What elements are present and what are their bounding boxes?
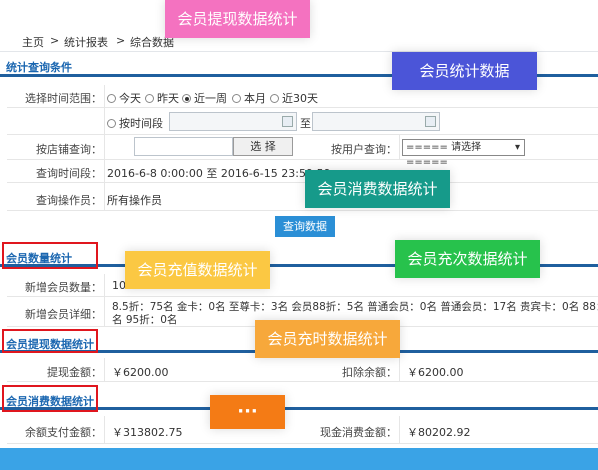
breadcrumb-separator: > [116, 34, 126, 47]
tag-recharge-hours: 会员充时数据统计 [255, 320, 400, 358]
time-range-label: 选择时间范围： [25, 92, 102, 105]
select-store-button[interactable]: 选 择 [233, 137, 293, 156]
withdraw-highlight [2, 329, 98, 353]
operator-row: 查询操作员： 所有操作员 [7, 183, 598, 211]
tag-consume-stats: 会员消费数据统计 [305, 170, 450, 208]
new-detail-label: 新增会员详细： [25, 308, 102, 321]
consume-highlight [2, 385, 98, 412]
calendar-icon[interactable] [282, 116, 293, 127]
withdraw-row: 提现金额： ￥6200.00 扣除余额： ￥6200.00 [7, 358, 598, 382]
bottom-bar [0, 448, 598, 470]
period-row: 查询时间段： 2016-6-8 0:00:00 至 2016-6-15 23:5… [7, 160, 598, 183]
user-select[interactable]: ===== 请选择 ===== ▾ [402, 139, 525, 168]
radio-icon[interactable] [232, 94, 241, 103]
deduct-value: ￥6200.00 [407, 366, 464, 379]
consume-row: 余额支付金额： ￥313802.75 现金消费金额： ￥80202.92 [7, 416, 598, 444]
time-period-row: 按时间段 至 [7, 108, 598, 135]
operator-value: 所有操作员 [107, 194, 162, 207]
breadcrumb-home[interactable]: 主页 [22, 34, 44, 50]
time-option-yesterday[interactable]: 昨天 [145, 90, 179, 106]
member-count-highlight [2, 242, 98, 269]
calendar-icon[interactable] [425, 116, 436, 127]
time-option-period[interactable]: 按时间段 [107, 115, 163, 131]
to-label: 至 [300, 117, 311, 130]
radio-icon[interactable] [270, 94, 279, 103]
query-section-title: 统计查询条件 [6, 61, 72, 74]
deduct-label: 扣除余额： [342, 366, 397, 379]
user-label: 按用户查询： [331, 143, 397, 156]
time-option-month[interactable]: 本月 [232, 90, 266, 106]
withdraw-amount-value: ￥6200.00 [112, 366, 169, 379]
store-user-row: 按店铺查询： 选 择 按用户查询： ===== 请选择 ===== ▾ [7, 135, 598, 168]
radio-selected-icon[interactable] [182, 94, 191, 103]
store-label: 按店铺查询： [36, 143, 102, 156]
time-option-week[interactable]: 近一周 [182, 90, 227, 106]
end-date-input[interactable] [312, 112, 440, 131]
tag-more: ··· [210, 395, 285, 429]
operator-label: 查询操作员： [36, 194, 102, 207]
period-value: 2016-6-8 0:00:00 至 2016-6-15 23:59:59 [107, 167, 331, 180]
withdraw-amount-label: 提现金额： [47, 366, 102, 379]
query-button[interactable]: 查询数据 [275, 216, 335, 237]
time-option-today[interactable]: 今天 [107, 90, 141, 106]
tag-recharge-times: 会员充次数据统计 [395, 240, 540, 278]
new-count-label: 新增会员数量： [25, 281, 102, 294]
tag-member-stats: 会员统计数据 [392, 52, 537, 90]
breadcrumb-separator: > [50, 34, 60, 47]
radio-icon[interactable] [145, 94, 154, 103]
new-detail-line2: 名 95折：0名 [112, 314, 178, 326]
balance-pay-value: ￥313802.75 [112, 426, 183, 439]
store-input[interactable] [134, 137, 233, 156]
cash-label: 现金消费金额： [320, 426, 397, 439]
tag-recharge-value: 会员充值数据统计 [125, 251, 270, 289]
cash-value: ￥80202.92 [407, 426, 471, 439]
period-label: 查询时间段： [36, 167, 102, 180]
start-date-input[interactable] [169, 112, 297, 131]
chevron-down-icon: ▾ [514, 142, 520, 153]
new-detail-line1: 8.5折：75名 金卡：0名 至尊卡：3名 会员88折：5名 普通会员：0名 普… [112, 301, 598, 313]
balance-pay-label: 余额支付金额： [25, 426, 102, 439]
radio-icon[interactable] [107, 119, 116, 128]
tag-withdraw-stats: 会员提现数据统计 [165, 0, 310, 38]
breadcrumb-reports[interactable]: 统计报表 [64, 34, 108, 50]
time-option-30days[interactable]: 近30天 [270, 90, 318, 106]
radio-icon[interactable] [107, 94, 116, 103]
